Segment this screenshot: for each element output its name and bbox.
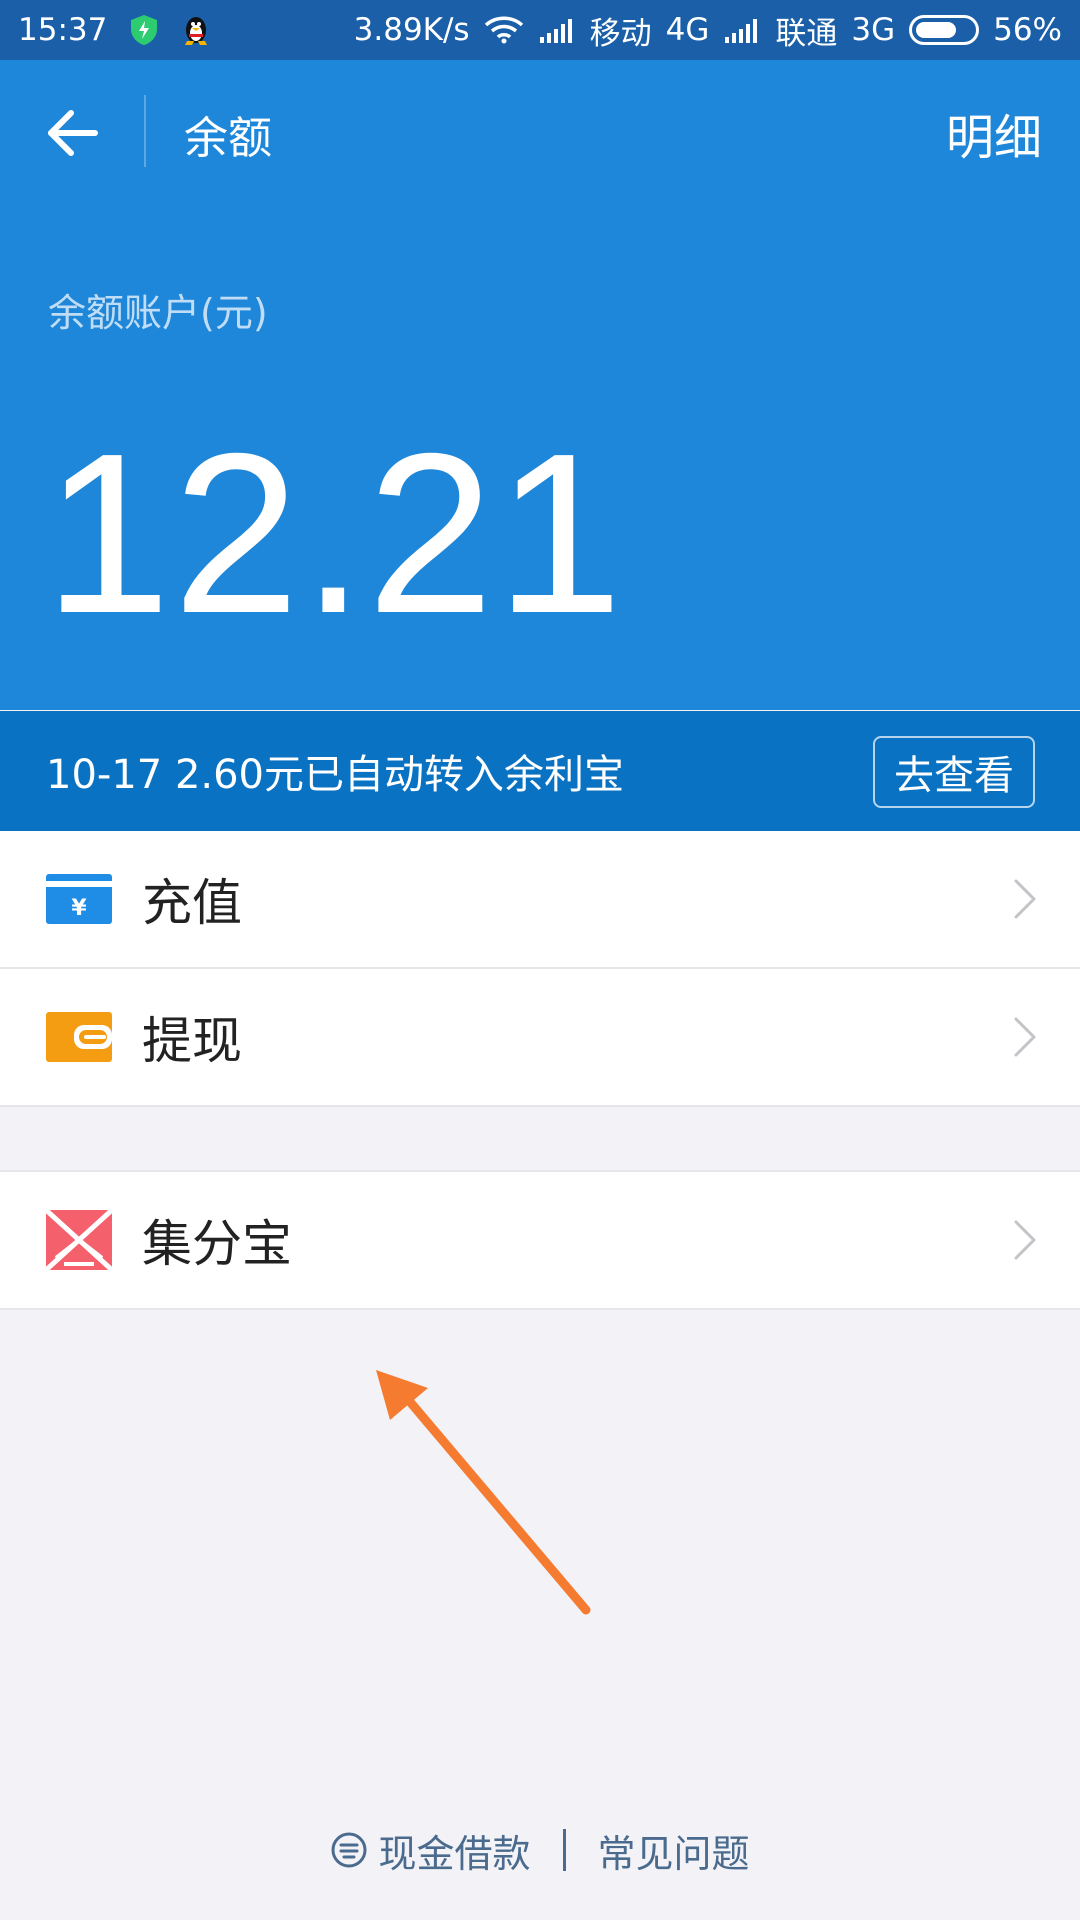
menu-item-jifenbao[interactable]: 集分宝 [0, 1172, 1080, 1308]
jifenbao-label: 集分宝 [142, 1215, 292, 1273]
status-bar: 15:37 3.89K/s 移动 4G 联通 3G 56% [0, 0, 1080, 60]
cash-loan-link[interactable]: 现金借款 [330, 1823, 531, 1878]
jifenbao-icon [46, 1210, 112, 1270]
balance-header: 余额 明细 余额账户(元) 12.21 [0, 60, 1080, 710]
signal-icon [725, 19, 758, 43]
chevron-right-icon [1014, 1017, 1036, 1057]
status-time: 15:37 [18, 12, 108, 48]
qq-penguin-icon [185, 17, 208, 45]
faq-label: 常见问题 [597, 1831, 750, 1876]
divider [0, 1308, 1080, 1310]
shield-icon [131, 15, 158, 45]
svg-text:¥: ¥ [71, 896, 87, 921]
nav-divider [144, 95, 146, 167]
faq-link[interactable]: 常见问题 [598, 1823, 750, 1878]
coin-icon [331, 1832, 367, 1868]
carrier-1: 移动 [589, 15, 652, 52]
chevron-right-icon [1014, 879, 1036, 919]
battery-percent: 56% [993, 12, 1062, 48]
view-button[interactable]: 去查看 [873, 736, 1035, 808]
divider [0, 1105, 1080, 1107]
footer-divider [562, 1829, 566, 1871]
footer-links: 现金借款 常见问题 [0, 1820, 1080, 1880]
carrier-2: 联通 [775, 15, 838, 52]
back-arrow-icon [47, 109, 98, 156]
chevron-right-icon [1014, 1220, 1036, 1260]
network-speed: 3.89K/s [353, 12, 470, 48]
battery-icon [909, 15, 980, 45]
wallet-icon [46, 1012, 112, 1062]
recharge-card-icon: ¥ [46, 874, 112, 924]
menu-item-recharge[interactable]: ¥ 充值 [0, 831, 1080, 967]
nav-bar: 余额 明细 [0, 60, 1080, 205]
network-type-1: 4G [665, 12, 710, 48]
network-type-2: 3G [851, 12, 896, 48]
notice-text: 10-17 2.60元已自动转入余利宝 [46, 752, 625, 798]
detail-button[interactable]: 明细 [946, 98, 1042, 168]
account-label: 余额账户(元) [48, 291, 268, 335]
auto-transfer-notice: 10-17 2.60元已自动转入余利宝 去查看 [0, 711, 1080, 831]
withdraw-label: 提现 [142, 1012, 242, 1070]
back-button[interactable] [30, 90, 115, 175]
cash-loan-label: 现金借款 [378, 1831, 531, 1876]
recharge-label: 充值 [142, 874, 242, 932]
annotation-arrow-icon [376, 1370, 591, 1615]
wifi-icon [484, 16, 523, 44]
page-title: 余额 [184, 113, 272, 164]
balance-amount: 12.21 [44, 407, 625, 661]
menu-item-withdraw[interactable]: 提现 [0, 969, 1080, 1105]
signal-icon [539, 19, 572, 43]
